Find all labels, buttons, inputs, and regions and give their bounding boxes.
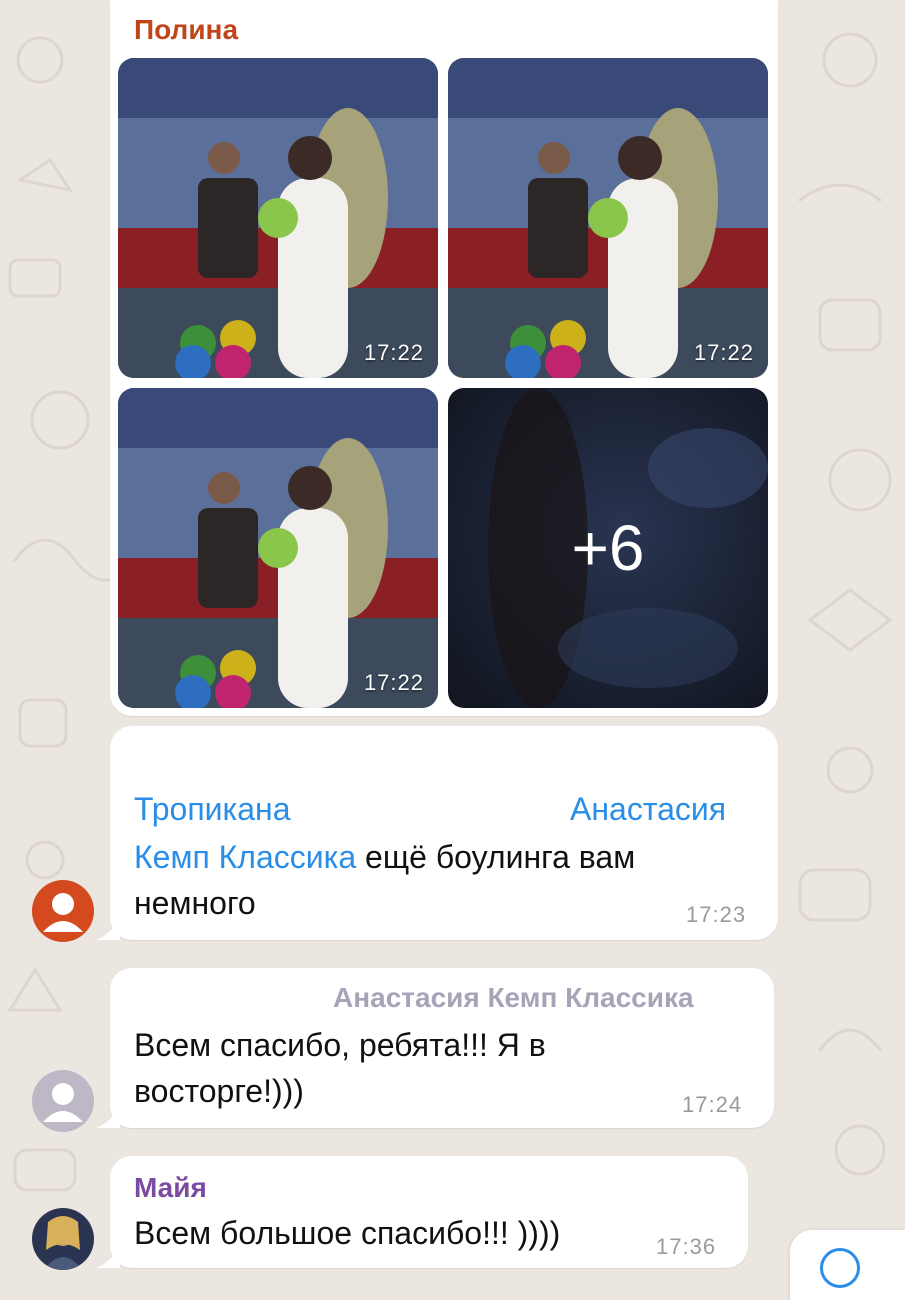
message-time: 17:36 — [656, 1234, 717, 1259]
chevron-down-icon — [820, 1248, 860, 1288]
sender-name[interactable]: Полина — [134, 14, 238, 46]
more-photos-count: +6 — [571, 512, 645, 584]
message-body: Всем большое спасибо!!! )))) — [134, 1215, 561, 1251]
message-time: 17:23 — [686, 902, 747, 927]
bubble-tail — [96, 916, 120, 940]
message-text: Кемп Классика ещё боулинга вам — [134, 834, 635, 880]
message-body: немного — [134, 885, 256, 921]
album-more-photos[interactable]: +6 — [448, 388, 768, 708]
message-text: Анастасия — [570, 786, 726, 832]
sender-name[interactable]: Анастасия Кемп Классика — [333, 982, 694, 1014]
album-photo-2[interactable]: 17:22 — [448, 58, 768, 378]
photo-time: 17:22 — [363, 340, 424, 365]
mention-link[interactable]: Кемп Классика — [134, 839, 356, 875]
album-photo-3[interactable]: 17:22 — [118, 388, 438, 708]
message-body: ещё боулинга вам — [365, 839, 636, 875]
avatar[interactable] — [32, 1070, 94, 1132]
scroll-down-button[interactable] — [790, 1230, 905, 1300]
sender-name[interactable]: Майя — [134, 1172, 207, 1204]
bubble-tail — [96, 1104, 120, 1128]
photo-time: 17:22 — [363, 670, 424, 695]
avatar[interactable] — [32, 1208, 94, 1270]
message-time: 17:24 — [682, 1092, 743, 1117]
album-photo-1[interactable]: 17:22 — [118, 58, 438, 378]
photo-time: 17:22 — [693, 340, 754, 365]
mention-link[interactable]: Анастасия — [570, 791, 726, 827]
message-body: Всем спасибо, ребята!!! Я в — [134, 1027, 546, 1063]
mention-link[interactable]: Тропикана — [134, 791, 291, 827]
avatar[interactable] — [32, 880, 94, 942]
bubble-tail — [96, 1244, 120, 1268]
message-body: восторге!))) — [134, 1073, 304, 1109]
